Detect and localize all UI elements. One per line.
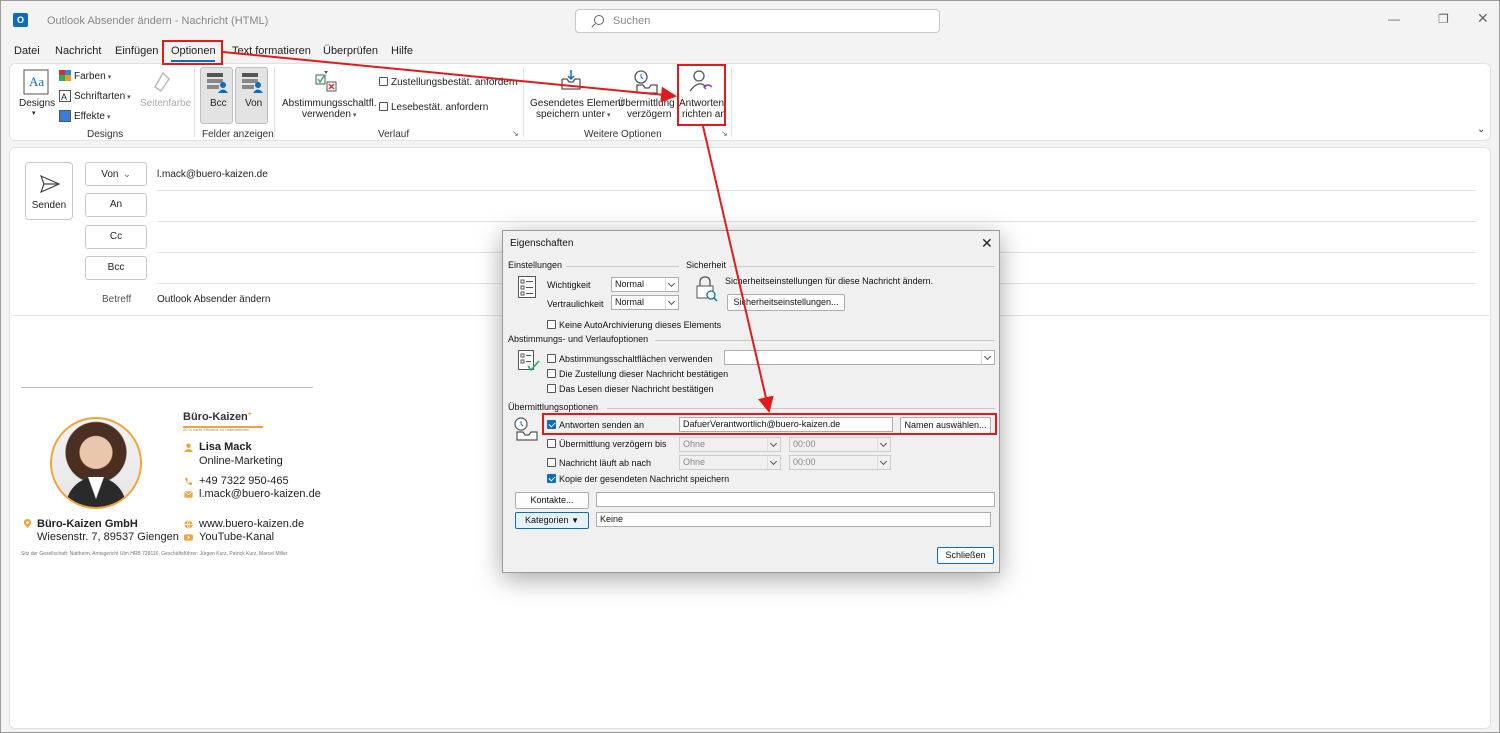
- annotation-arrows: [222, 51, 774, 413]
- outlook-window: O Outlook Absender ändern - Nachricht (H…: [0, 0, 1500, 733]
